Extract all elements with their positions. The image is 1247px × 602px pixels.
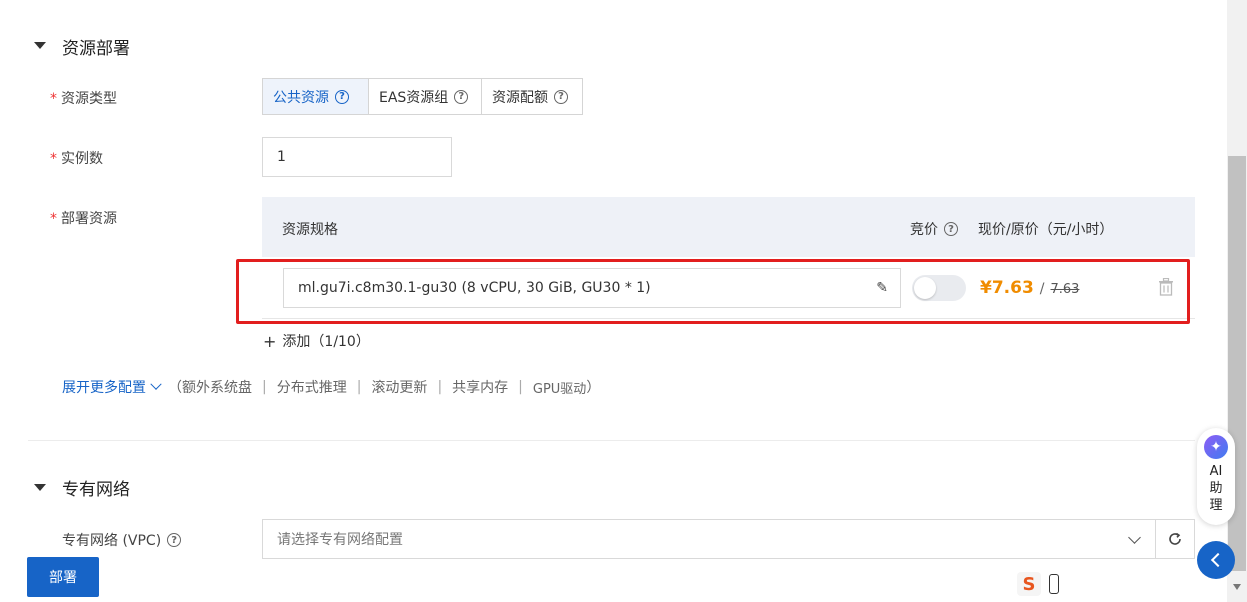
edit-icon[interactable]: ✎ (876, 280, 888, 296)
current-price: ¥7.63 (980, 278, 1034, 298)
price-separator: / (1039, 281, 1045, 297)
resource-type-selector: 公共资源 ? EAS资源组 ? 资源配额 ? (262, 78, 583, 115)
column-spec: 资源规格 (282, 222, 338, 238)
chevron-left-icon (1210, 552, 1226, 568)
expand-more-config-link[interactable]: 展开更多配置 (62, 377, 146, 397)
ai-assistant-label: AI 助 理 (1209, 464, 1223, 513)
instances-label: * 实例数 (50, 151, 103, 167)
bracket-icon[interactable] (1049, 574, 1059, 594)
section-title-network: 专有网络 (62, 480, 130, 500)
more-config: 展开更多配置 （ 额外系统盘 | 分布式推理 | 滚动更新 | 共享内存 | G… (62, 377, 601, 397)
more-config-item: 滚动更新 (371, 380, 428, 396)
more-config-item: 额外系统盘 (182, 380, 252, 396)
more-config-item: 共享内存 (452, 380, 509, 396)
resource-type-public[interactable]: 公共资源 ? (263, 79, 368, 114)
refresh-icon (1169, 532, 1181, 545)
resource-type-label: * 资源类型 (50, 91, 117, 107)
add-resource-button[interactable]: + 添加（1/10） (263, 331, 370, 351)
instances-input[interactable]: 1 (262, 137, 452, 177)
section-divider (28, 440, 1195, 441)
column-price: 现价/原价（元/小时） (978, 222, 1114, 238)
required-mark: * (50, 211, 57, 227)
delete-icon[interactable] (1158, 277, 1174, 300)
more-config-item: GPU驱动 (532, 381, 587, 397)
deploy-resource-label: * 部署资源 (50, 211, 117, 227)
price-display: ¥7.63 / 7.63 (980, 278, 1079, 298)
collapse-deploy-icon[interactable] (34, 42, 46, 49)
help-icon[interactable]: ? (167, 533, 182, 547)
resource-type-quota[interactable]: 资源配额 ? (481, 79, 582, 114)
more-config-item: 分布式推理 (276, 380, 347, 396)
resource-type-eas-group[interactable]: EAS资源组 ? (368, 79, 481, 114)
ai-assistant-button[interactable]: ✦ AI 助 理 (1197, 428, 1235, 525)
refresh-button[interactable] (1155, 520, 1194, 558)
required-mark: * (50, 151, 57, 167)
help-icon[interactable]: ? (454, 89, 469, 104)
collapse-network-icon[interactable] (34, 484, 46, 491)
chevron-down-icon[interactable] (1128, 530, 1141, 544)
scroll-down-arrow-icon[interactable] (1233, 584, 1241, 590)
input-method-icon[interactable]: S (1017, 572, 1041, 596)
column-bid: 竞价 ? (910, 219, 958, 239)
bid-toggle[interactable] (912, 275, 966, 301)
vpc-select[interactable]: 请选择专有网络配置 (262, 519, 1195, 559)
section-title-deploy: 资源部署 (62, 39, 130, 59)
plus-icon: + (263, 331, 277, 351)
vpc-label: 专有网络 (VPC) ? (62, 530, 182, 550)
spec-select[interactable]: ml.gu7i.c8m30.1-gu30 (8 vCPU, 30 GiB, GU… (283, 268, 901, 308)
sparkle-icon: ✦ (1204, 435, 1228, 459)
required-mark: * (50, 91, 57, 107)
help-icon[interactable]: ? (554, 89, 568, 104)
collapse-panel-button[interactable] (1197, 541, 1235, 579)
chevron-down-icon[interactable] (150, 378, 162, 390)
help-icon[interactable]: ? (944, 222, 958, 236)
deploy-button[interactable]: 部署 (27, 557, 99, 597)
help-icon[interactable]: ? (335, 89, 349, 104)
original-price: 7.63 (1050, 282, 1080, 297)
